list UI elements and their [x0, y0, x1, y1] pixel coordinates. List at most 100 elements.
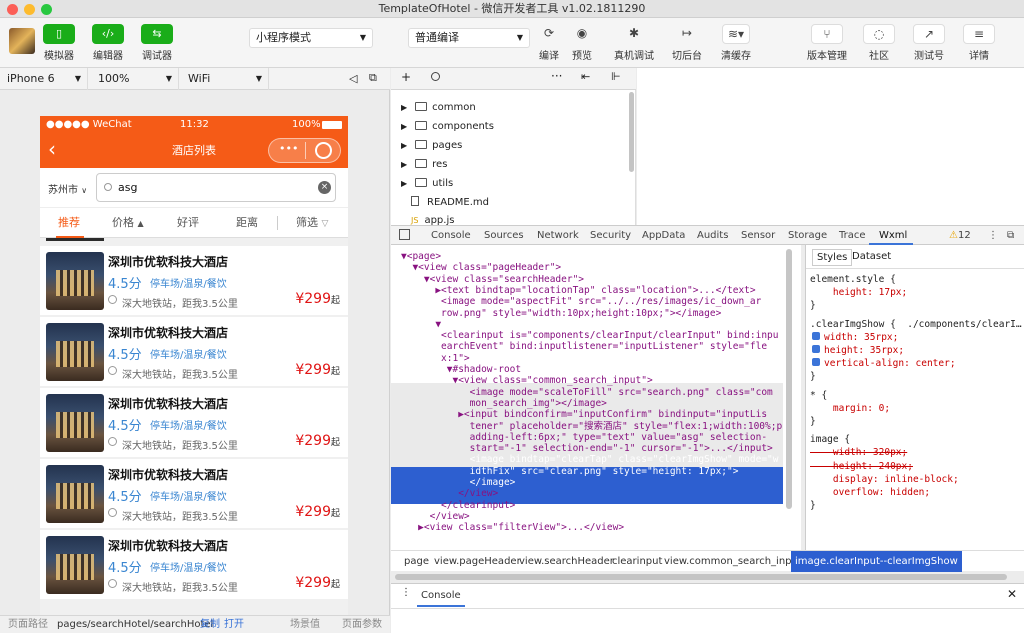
dom-line[interactable]: <image mode="scaleToFill" src="search.pn…	[401, 387, 773, 399]
community-button[interactable]: ◌ 社区	[863, 24, 895, 62]
checkbox-icon[interactable]	[812, 358, 820, 367]
close-window-button[interactable]	[7, 4, 18, 15]
dom-line[interactable]: ▼<view class="common_search_input">	[401, 375, 652, 387]
style-line[interactable]: overflow: hidden;	[810, 486, 930, 499]
collapse-icon[interactable]: ⇤	[581, 70, 590, 83]
network-select[interactable]: WiFi ▼	[181, 68, 269, 90]
style-line[interactable]: .clearImgShow { ./components/clearI…	[810, 318, 1022, 331]
style-line[interactable]: image {	[810, 433, 850, 446]
dom-line[interactable]: </view>	[401, 511, 470, 523]
crumb-search-input[interactable]: view.common_search_input	[664, 551, 802, 572]
style-line[interactable]: element.style {	[810, 273, 896, 286]
tree-file-appjs[interactable]: JS app.js	[401, 213, 454, 225]
filter-rating[interactable]: 好评	[177, 208, 199, 238]
clear-cache-button[interactable]: ≋▾ 清缓存	[719, 24, 753, 62]
mute-icon[interactable]: ◁	[349, 72, 357, 85]
filter-recommend[interactable]: 推荐	[58, 208, 80, 238]
style-line[interactable]: vertical-align: center;	[812, 357, 956, 370]
style-line[interactable]: }	[810, 370, 816, 383]
layout-icon[interactable]: ⊩	[611, 70, 621, 83]
dom-line[interactable]: ▼<view class="pageHeader">	[401, 262, 561, 274]
version-button[interactable]: ⑂ 版本管理	[805, 24, 849, 62]
crumb-scrollbar[interactable]	[395, 574, 1007, 580]
hotel-item[interactable]: 深圳市优软科技大酒店 4.5分 停车场/温泉/餐饮 深大地铁站，距我3.5公里 …	[40, 388, 348, 457]
crumb-clearimg[interactable]: image.clearInput--clearImgShow	[791, 551, 962, 572]
tab-styles[interactable]: Styles	[812, 249, 853, 266]
style-line[interactable]: * {	[810, 389, 827, 402]
zoom-select[interactable]: 100% ▼	[91, 68, 179, 90]
popout-icon[interactable]: ⧉	[369, 71, 377, 85]
warnings-badge[interactable]: ⚠12	[949, 226, 971, 245]
dom-line[interactable]: <image mode="aspectFit" src="../../res/i…	[401, 296, 761, 308]
style-line[interactable]: }	[810, 415, 816, 428]
hotel-item[interactable]: 深圳市优软科技大酒店 4.5分 停车场/温泉/餐饮 深大地铁站，距我3.5公里 …	[40, 530, 348, 599]
tree-folder-common[interactable]: ▶ common	[401, 99, 476, 117]
preview-button[interactable]: ◉ 预览	[567, 24, 597, 62]
remote-debug-button[interactable]: ✱ 真机调试	[612, 24, 656, 62]
style-line[interactable]: }	[810, 499, 816, 512]
dom-line[interactable]: start="-1" selection-end="-1" cursor="-1…	[401, 443, 773, 455]
search-input[interactable]: asg ×	[96, 173, 336, 202]
checkbox-icon[interactable]	[812, 345, 820, 353]
kebab-menu-icon[interactable]: ⋮	[988, 226, 998, 245]
dom-scrollbar[interactable]	[786, 249, 792, 509]
tree-file-readme[interactable]: README.md	[401, 194, 489, 212]
tree-folder-components[interactable]: ▶ components	[401, 118, 494, 136]
filter-price[interactable]: 价格 ▲	[112, 208, 144, 238]
clear-input-icon[interactable]: ×	[318, 181, 331, 194]
inspect-element-icon[interactable]	[399, 229, 410, 240]
dom-line[interactable]: ▼<view class="searchHeader">	[401, 274, 584, 286]
dom-line[interactable]: tener" placeholder="搜索酒店" style="flex:1;…	[401, 421, 783, 433]
open-path-link[interactable]: 打开	[224, 616, 244, 633]
tab-console[interactable]: Console	[431, 226, 471, 245]
checkbox-icon[interactable]	[812, 331, 820, 340]
crumb-searchheader[interactable]: view.searchHeader	[519, 551, 614, 572]
filter-distance[interactable]: 距离	[236, 208, 258, 238]
editor-area[interactable]	[637, 68, 1024, 225]
mode-select[interactable]: 小程序模式 ▼	[249, 28, 373, 48]
hotel-item[interactable]: 深圳市优软科技大酒店 4.5分 停车场/温泉/餐饮 深大地铁站，距我3.5公里 …	[40, 246, 348, 315]
crumb-clearinput[interactable]: clearinput	[612, 551, 662, 572]
tree-folder-utils[interactable]: ▶ utils	[401, 175, 453, 193]
dom-line[interactable]: adding-left:6px;" type="text" value="asg…	[401, 432, 767, 444]
tree-scrollbar[interactable]	[629, 92, 634, 172]
zoom-window-button[interactable]	[41, 4, 52, 15]
style-line[interactable]: height: 35rpx;	[812, 344, 904, 357]
style-line[interactable]: height: 17px;	[810, 286, 907, 299]
style-line[interactable]: width: 320px;	[810, 446, 907, 459]
tree-folder-pages[interactable]: ▶ pages	[401, 137, 462, 155]
filter-more[interactable]: 筛选 ▽	[296, 208, 328, 238]
tab-sources[interactable]: Sources	[484, 226, 524, 245]
style-line[interactable]: }	[810, 299, 816, 312]
dom-line[interactable]: x:1">	[401, 353, 470, 365]
compile-button[interactable]: ⟳ 编译	[535, 24, 563, 62]
close-miniprogram-icon[interactable]	[315, 142, 332, 159]
page-params-button[interactable]: 页面参数	[342, 616, 382, 633]
dom-line[interactable]: <image bindtap="clearTap" class="clearIm…	[401, 454, 779, 466]
debugger-button[interactable]: ⇆ 调试器	[140, 24, 174, 62]
close-icon[interactable]: ✕	[1007, 587, 1017, 601]
more-icon[interactable]: ···	[551, 69, 562, 83]
compile-mode-select[interactable]: 普通编译 ▼	[408, 28, 530, 48]
test-account-button[interactable]: ↗ 测试号	[910, 24, 948, 62]
tab-dataset[interactable]: Dataset	[852, 251, 891, 262]
hotel-item[interactable]: 深圳市优软科技大酒店 4.5分 停车场/温泉/餐饮 深大地铁站，距我3.5公里 …	[40, 317, 348, 386]
editor-button[interactable]: ‹/› 编辑器	[91, 24, 125, 62]
dom-line[interactable]: ▼<page>	[401, 251, 441, 263]
style-line[interactable]: display: inline-block;	[810, 473, 959, 486]
dom-line[interactable]: ▼#shadow-root	[401, 364, 521, 376]
drawer-tab-console[interactable]: Console	[417, 584, 465, 607]
dock-icon[interactable]: ⧉	[1007, 226, 1014, 245]
tab-audits[interactable]: Audits	[697, 226, 728, 245]
dom-line[interactable]: </image>	[401, 477, 516, 489]
tree-folder-res[interactable]: ▶ res	[401, 156, 447, 174]
background-button[interactable]: ↦ 切后台	[670, 24, 704, 62]
tab-network[interactable]: Network	[537, 226, 579, 245]
style-line[interactable]: margin: 0;	[810, 402, 890, 415]
simulator-button[interactable]: ▯ 模拟器	[42, 24, 76, 62]
dom-line[interactable]: <clearinput is="components/clearInput/cl…	[401, 330, 778, 342]
style-line[interactable]: height: 240px;	[810, 460, 913, 473]
tab-storage[interactable]: Storage	[788, 226, 827, 245]
location-button[interactable]: 苏州市 ∨	[48, 181, 87, 196]
dom-line[interactable]: </clearinput>	[401, 500, 515, 512]
